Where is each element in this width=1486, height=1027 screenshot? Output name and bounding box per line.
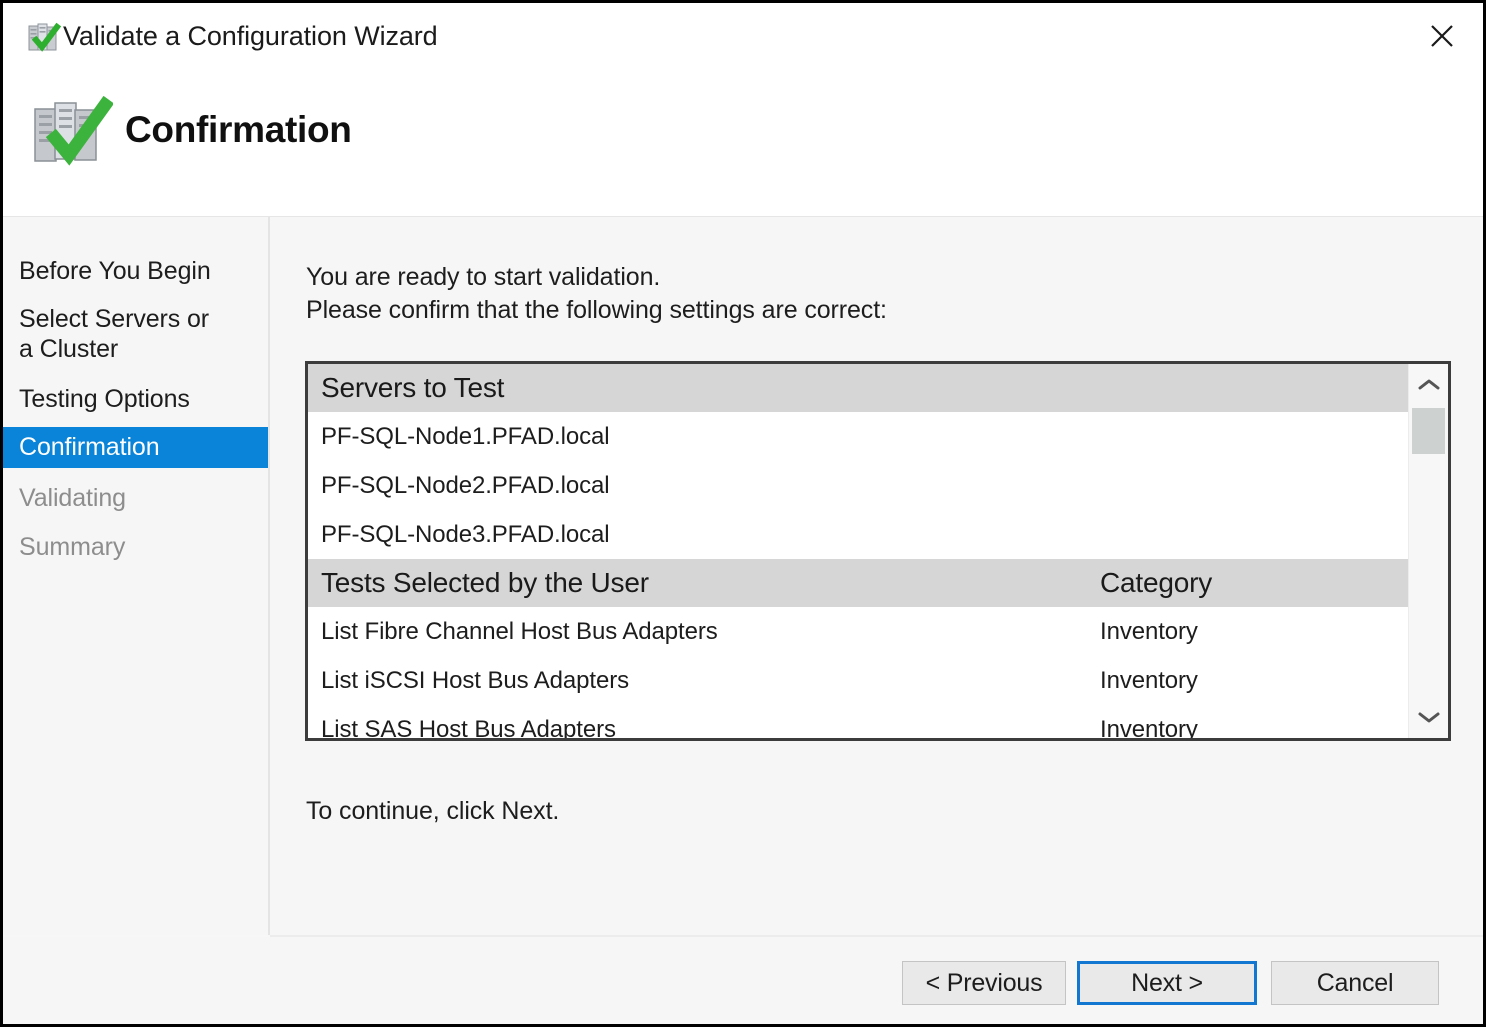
table-row[interactable]: PF-SQL-Node3.PFAD.local (308, 510, 1408, 559)
test-category: Inventory (1100, 715, 1198, 739)
sidebar-item-label: Summary (19, 533, 126, 561)
cancel-button[interactable]: Cancel (1271, 961, 1439, 1005)
test-name: List Fibre Channel Host Bus Adapters (321, 617, 718, 645)
intro-line-2: Please confirm that the following settin… (306, 295, 887, 324)
table-row[interactable]: PF-SQL-Node1.PFAD.local (308, 412, 1408, 461)
scrollbar-thumb[interactable] (1412, 408, 1445, 454)
sidebar-item-before-you-begin[interactable]: Before You Begin (3, 253, 268, 291)
server-name: PF-SQL-Node1.PFAD.local (321, 422, 610, 450)
test-category: Inventory (1100, 617, 1198, 645)
sidebar-item-label: Validating (19, 484, 126, 512)
chevron-down-icon[interactable] (1409, 696, 1448, 738)
group-header-tests-selected: Tests Selected by the User Category (308, 559, 1408, 607)
server-name: PF-SQL-Node2.PFAD.local (321, 471, 610, 499)
wizard-steps-sidebar: Before You Begin Select Servers or a Clu… (3, 217, 268, 935)
page-header: Confirmation (3, 75, 1483, 217)
chevron-up-icon[interactable] (1409, 364, 1448, 406)
footer-bar: < Previous Next > Cancel (3, 937, 1483, 1024)
page-title: Confirmation (125, 109, 352, 150)
sidebar-item-testing-options[interactable]: Testing Options (3, 381, 268, 419)
body-area: Before You Begin Select Servers or a Clu… (3, 217, 1483, 935)
table-row[interactable]: List iSCSI Host Bus Adapters Inventory (308, 656, 1408, 705)
table-row[interactable]: PF-SQL-Node2.PFAD.local (308, 461, 1408, 510)
sidebar-item-confirmation[interactable]: Confirmation (3, 427, 268, 468)
group-header-label: Tests Selected by the User (321, 567, 649, 598)
window-title: Validate a Configuration Wizard (63, 21, 438, 51)
sidebar-item-summary: Summary (3, 529, 268, 567)
next-button[interactable]: Next > (1077, 961, 1257, 1005)
table-row[interactable]: List Fibre Channel Host Bus Adapters Inv… (308, 607, 1408, 656)
confirmation-list[interactable]: Servers to Test PF-SQL-Node1.PFAD.local … (305, 361, 1451, 741)
servers-check-large-icon (31, 95, 115, 167)
previous-button[interactable]: < Previous (902, 961, 1066, 1005)
close-icon[interactable] (1415, 11, 1469, 61)
servers-check-icon (27, 21, 62, 55)
wizard-window: Validate a Configuration Wizard Confirma… (0, 0, 1486, 1027)
continue-instruction: To continue, click Next. (306, 797, 560, 825)
table-row[interactable]: List SAS Host Bus Adapters Inventory (308, 705, 1408, 738)
content-pane: You are ready to start validation. Pleas… (270, 217, 1483, 935)
test-name: List SAS Host Bus Adapters (321, 715, 616, 739)
sidebar-item-label: Before You Begin (19, 257, 211, 285)
group-header-servers-to-test: Servers to Test (308, 364, 1408, 412)
sidebar-item-label: Select Servers or a Cluster (19, 305, 210, 363)
server-name: PF-SQL-Node3.PFAD.local (321, 520, 610, 548)
group-header-category-label: Category (1100, 567, 1213, 598)
confirmation-list-viewport: Servers to Test PF-SQL-Node1.PFAD.local … (308, 364, 1408, 738)
intro-text: You are ready to start validation. Pleas… (306, 261, 887, 326)
sidebar-item-label: Confirmation (19, 432, 160, 461)
sidebar-item-select-servers-or-a-cluster[interactable]: Select Servers or a Cluster (3, 301, 268, 368)
test-name: List iSCSI Host Bus Adapters (321, 666, 630, 694)
list-scrollbar[interactable] (1408, 364, 1448, 738)
group-header-label: Servers to Test (321, 372, 505, 403)
intro-line-1: You are ready to start validation. (306, 263, 661, 291)
title-bar: Validate a Configuration Wizard (3, 3, 1483, 75)
sidebar-item-validating: Validating (3, 480, 268, 518)
sidebar-item-label: Testing Options (19, 385, 190, 413)
test-category: Inventory (1100, 666, 1198, 694)
